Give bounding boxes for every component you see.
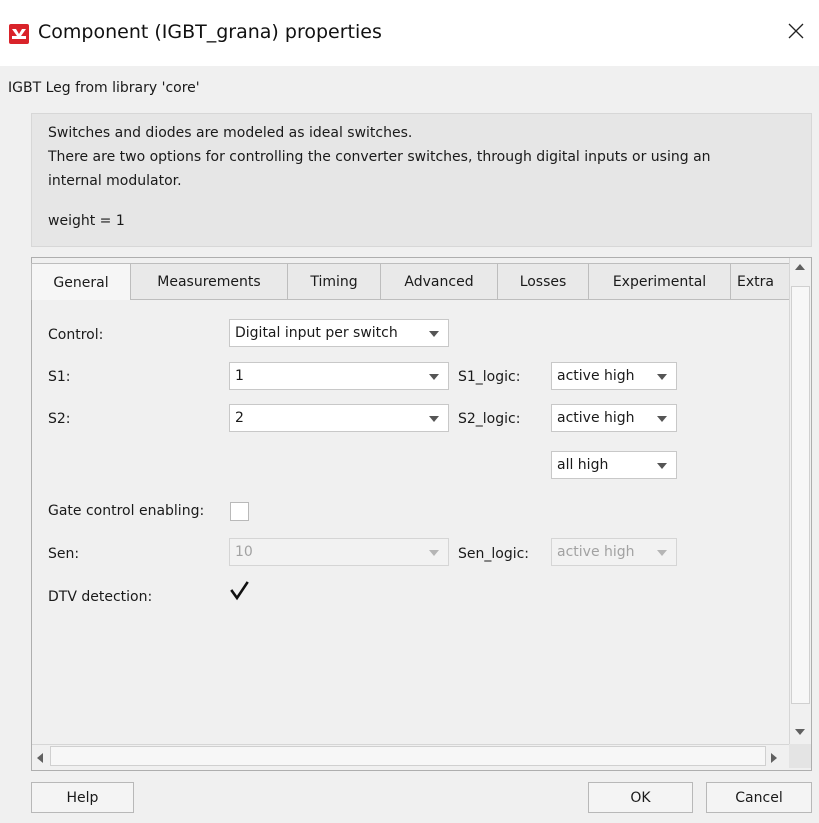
sen-select[interactable]: 10 <box>229 538 449 566</box>
ok-button[interactable]: OK <box>588 782 693 813</box>
description-line: There are two options for controlling th… <box>48 149 711 165</box>
s2-select[interactable]: 2 <box>229 404 449 432</box>
horizontal-scrollbar[interactable] <box>32 744 789 768</box>
help-button[interactable]: Help <box>31 782 134 813</box>
s1-select-value: 1 <box>235 368 244 384</box>
description-weight: weight = 1 <box>48 213 125 229</box>
tab-measurements[interactable]: Measurements <box>130 263 288 300</box>
vertical-scrollbar[interactable] <box>789 258 811 744</box>
description-box: Switches and diodes are modeled as ideal… <box>31 113 812 247</box>
dtv-detection-checkbox[interactable] <box>229 580 251 602</box>
scroll-right-icon[interactable] <box>770 752 778 764</box>
chevron-down-icon <box>429 550 439 556</box>
tab-extra[interactable]: Extra <box>730 263 789 300</box>
sen-select-value: 10 <box>235 544 253 560</box>
all-high-value: all high <box>557 457 609 473</box>
sen-label: Sen: <box>48 546 80 562</box>
description-line: Switches and diodes are modeled as ideal… <box>48 125 413 141</box>
tab-experimental[interactable]: Experimental <box>588 263 731 300</box>
all-high-select[interactable]: all high <box>551 451 677 479</box>
control-select-value: Digital input per switch <box>235 325 398 341</box>
checkmark-icon <box>230 581 249 601</box>
plecs-logo-icon <box>9 24 29 44</box>
s1-logic-select[interactable]: active high <box>551 362 677 390</box>
chevron-down-icon <box>657 550 667 556</box>
tab-bar: General Measurements Timing Advanced Los… <box>31 263 789 300</box>
s1-logic-value: active high <box>557 368 635 384</box>
dtv-detection-label: DTV detection: <box>48 589 153 605</box>
vertical-scroll-thumb[interactable] <box>791 286 810 704</box>
scroll-corner <box>789 744 811 768</box>
chevron-down-icon <box>429 331 439 337</box>
chevron-down-icon <box>657 374 667 380</box>
tab-general[interactable]: General <box>31 263 131 300</box>
control-select[interactable]: Digital input per switch <box>229 319 449 347</box>
chevron-down-icon <box>429 374 439 380</box>
s1-select[interactable]: 1 <box>229 362 449 390</box>
sen-logic-select[interactable]: active high <box>551 538 677 566</box>
tab-timing[interactable]: Timing <box>287 263 381 300</box>
scroll-up-icon[interactable] <box>794 263 806 271</box>
gate-control-checkbox[interactable] <box>230 502 249 521</box>
horizontal-scroll-thumb[interactable] <box>50 746 766 766</box>
tab-losses[interactable]: Losses <box>497 263 589 300</box>
tab-divider <box>131 299 789 300</box>
description-line: internal modulator. <box>48 173 182 189</box>
chevron-down-icon <box>657 463 667 469</box>
s2-logic-select[interactable]: active high <box>551 404 677 432</box>
s1-label: S1: <box>48 369 71 385</box>
window-title: Component (IGBT_grana) properties <box>38 21 382 43</box>
s1-logic-label: S1_logic: <box>458 369 521 385</box>
sen-logic-value: active high <box>557 544 635 560</box>
control-label: Control: <box>48 327 104 343</box>
s2-label: S2: <box>48 411 71 427</box>
scroll-left-icon[interactable] <box>36 752 44 764</box>
s2-logic-value: active high <box>557 410 635 426</box>
tab-advanced[interactable]: Advanced <box>380 263 498 300</box>
chevron-down-icon <box>657 416 667 422</box>
title-bar: Component (IGBT_grana) properties <box>0 0 819 66</box>
s2-logic-label: S2_logic: <box>458 411 521 427</box>
cancel-button[interactable]: Cancel <box>706 782 812 813</box>
chevron-down-icon <box>429 416 439 422</box>
close-icon <box>788 23 804 39</box>
gate-control-label: Gate control enabling: <box>48 503 205 519</box>
sen-logic-label: Sen_logic: <box>458 546 530 562</box>
library-subtitle: IGBT Leg from library 'core' <box>8 80 200 96</box>
s2-select-value: 2 <box>235 410 244 426</box>
close-button[interactable] <box>779 14 813 48</box>
scroll-down-icon[interactable] <box>794 728 806 736</box>
